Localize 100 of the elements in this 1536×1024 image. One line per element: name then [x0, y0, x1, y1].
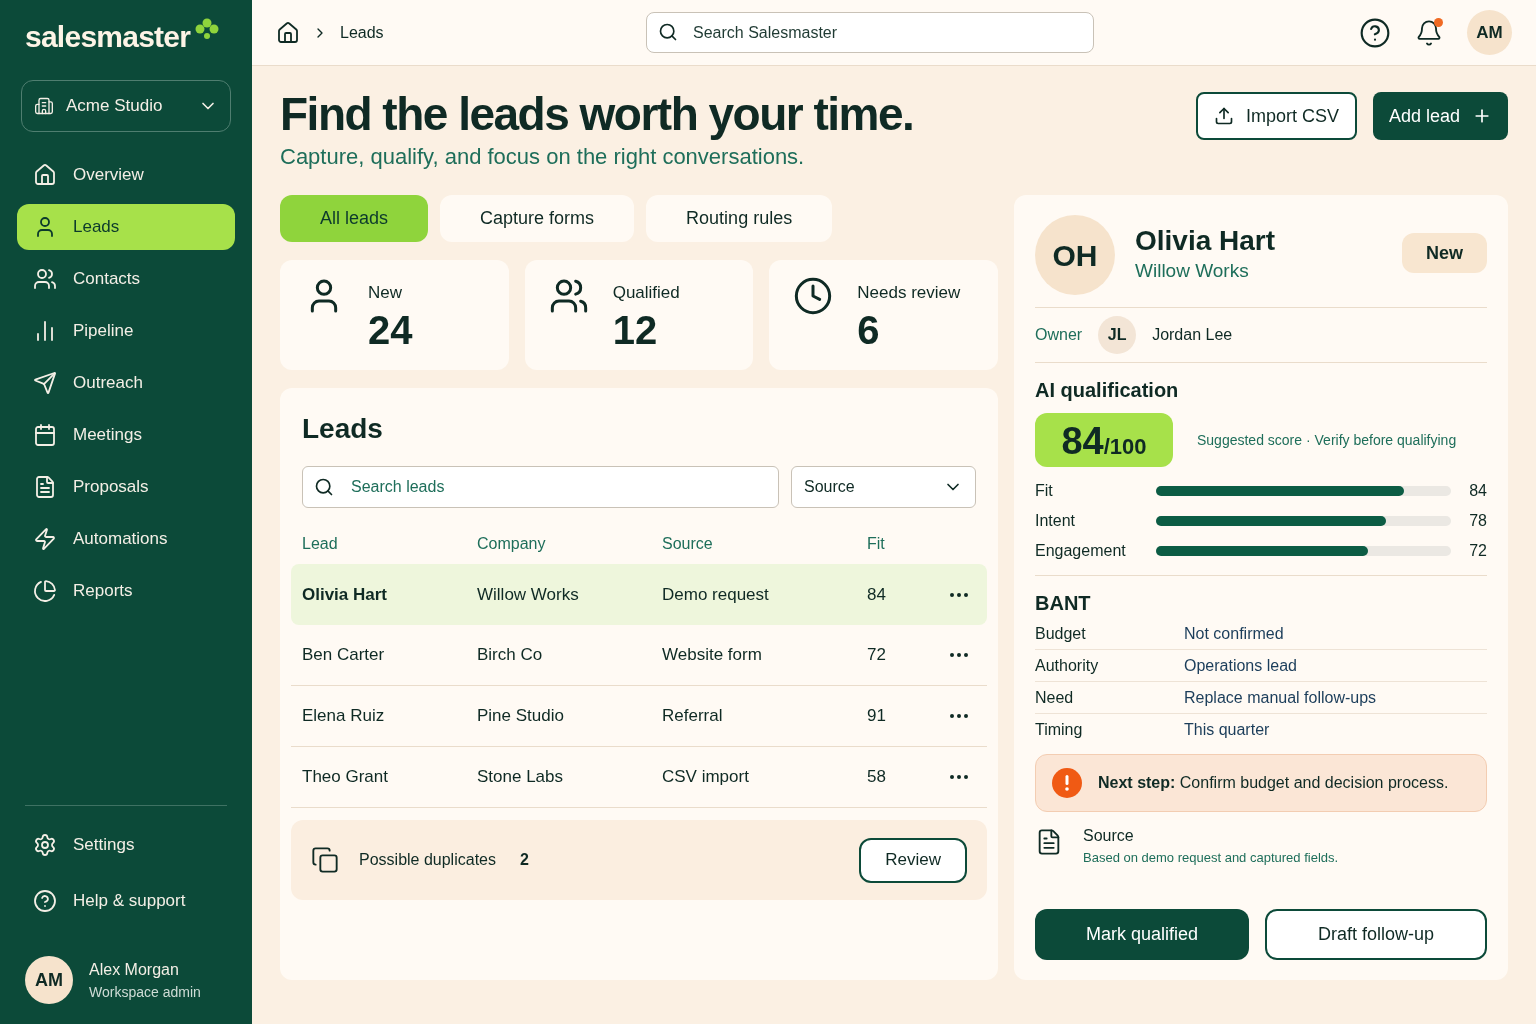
table-cell-text: Referral — [662, 705, 724, 728]
column-header[interactable]: Fit — [867, 532, 947, 556]
nav-item[interactable]: Help & support — [17, 878, 235, 924]
search-field[interactable]: Search Salesmaster — [646, 12, 1094, 53]
source-title: Source — [1083, 826, 1135, 846]
stat-value: 12 — [612, 306, 659, 354]
metric-label: Engagement — [1035, 541, 1127, 561]
alert-icon — [1052, 768, 1082, 798]
duplicates-count: 2 — [519, 850, 529, 870]
table-cell-text: Pine Studio — [477, 705, 565, 728]
search-icon — [314, 477, 334, 497]
search-field[interactable]: Search leads — [302, 466, 779, 508]
tab[interactable]: All leads — [280, 195, 429, 242]
table-cell-text: 84 — [867, 583, 887, 606]
bant-label: Authority — [1035, 655, 1100, 676]
paper-plane-icon — [33, 371, 57, 395]
user-name: Alex Morgan — [89, 959, 180, 980]
pie-chart-icon — [33, 579, 57, 603]
metric-value: 84 — [1468, 481, 1487, 501]
lead-row[interactable]: Theo Grant Stone Labs CSV import 58 — [291, 747, 987, 808]
nav-item[interactable]: Overview — [17, 152, 235, 198]
bant-value: This quarter — [1184, 720, 1270, 740]
bant-value: Replace manual follow-ups — [1184, 687, 1377, 708]
lead-row[interactable]: Olivia Hart Willow Works Demo request 84 — [291, 564, 987, 625]
settings-icon — [33, 833, 57, 857]
table-cell-text: Website form — [662, 644, 763, 667]
lead-name: Elena Ruiz — [302, 705, 386, 728]
metric-label: Fit — [1035, 481, 1054, 501]
mark-qualified-button[interactable]: Mark qualified — [1035, 909, 1249, 960]
column-header[interactable]: Company — [477, 532, 662, 556]
bant-value: Not confirmed — [1184, 623, 1284, 644]
document-icon — [33, 475, 57, 499]
copy-icon — [311, 846, 339, 874]
column-header[interactable]: Source — [662, 532, 867, 556]
nav-item[interactable]: Reports — [17, 568, 235, 614]
calendar-icon — [33, 423, 57, 447]
source-text: Based on demo request and captured fields. — [1083, 849, 1339, 867]
lead-avatar: OH — [1035, 215, 1115, 295]
bant-label: Budget — [1035, 623, 1087, 644]
section-title: BANT — [1035, 591, 1092, 616]
stat-label: New — [368, 282, 403, 304]
page-title: Find the leads worth your time. — [280, 88, 915, 140]
stat-label: Qualified — [612, 282, 680, 304]
lead-name: Olivia Hart — [302, 583, 389, 606]
table-cell-text: Stone Labs — [477, 766, 564, 789]
stat-value: 24 — [368, 306, 413, 354]
nav-item[interactable]: Automations — [17, 516, 235, 562]
table-cell-text: 91 — [867, 705, 887, 728]
table-cell-text: Willow Works — [477, 583, 580, 606]
nav-item[interactable]: Contacts — [17, 256, 235, 302]
metric-value: 72 — [1468, 541, 1487, 561]
metric-label: Intent — [1035, 511, 1077, 531]
house-icon — [33, 163, 57, 187]
brand-logo[interactable]: salesmaster — [25, 13, 191, 59]
people-icon — [33, 267, 57, 291]
upload-icon — [1213, 106, 1234, 126]
review-button[interactable]: Review — [859, 837, 967, 883]
import-button[interactable]: Import CSV — [1195, 92, 1357, 140]
nav-item[interactable]: Outreach — [17, 360, 235, 406]
next-step-text: Next step: Confirm budget and decision process. — [1098, 773, 1449, 793]
building-icon — [34, 96, 54, 116]
user-avatar[interactable]: AM — [25, 956, 73, 1004]
breadcrumb-link[interactable]: Leads — [340, 20, 384, 45]
add-lead-button[interactable]: Add lead — [1372, 92, 1508, 140]
clock-icon — [793, 276, 834, 316]
nav-item[interactable]: Settings — [17, 822, 235, 868]
nav-item[interactable]: Meetings — [17, 412, 235, 458]
status-badge: New — [1402, 233, 1487, 273]
workspace-switcher[interactable]: Acme Studio — [21, 80, 231, 132]
score-badge: 84/100 — [1035, 413, 1173, 467]
notification-icon[interactable] — [1415, 18, 1443, 47]
owner-name: Jordan Lee — [1152, 325, 1233, 345]
user-avatar[interactable]: AM — [1467, 10, 1512, 55]
bant-value: Operations lead — [1184, 655, 1297, 676]
table-cell-text: Demo request — [662, 583, 770, 606]
metric-value: 78 — [1468, 511, 1487, 531]
tab[interactable]: Capture forms — [440, 195, 635, 242]
lead-company: Willow Works — [1135, 258, 1250, 283]
page-subtitle: Capture, qualify, and focus on the right conversations. — [280, 143, 806, 171]
lightning-icon — [33, 527, 57, 551]
table-cell-text: CSV import — [662, 766, 750, 789]
lead-name: Ben Carter — [302, 644, 386, 667]
table-cell-text: Birch Co — [477, 644, 544, 667]
help-icon[interactable] — [1359, 16, 1391, 49]
owner-avatar: JL — [1098, 316, 1137, 354]
stat-label: Needs review — [857, 282, 961, 304]
house-icon[interactable] — [276, 20, 300, 45]
nav-item[interactable]: Pipeline — [17, 308, 235, 354]
draft-follow-up-button[interactable]: Draft follow-up — [1265, 909, 1487, 960]
column-header[interactable]: Lead — [302, 532, 477, 556]
owner-label: Owner — [1035, 325, 1083, 345]
lead-row[interactable]: Elena Ruiz Pine Studio Referral 91 — [291, 686, 987, 747]
nav-item[interactable]: Leads — [17, 204, 235, 250]
table-cell-text: 58 — [867, 766, 887, 789]
bant-label: Timing — [1035, 720, 1084, 740]
source-dropdown[interactable]: Source — [791, 466, 976, 508]
lead-row[interactable]: Ben Carter Birch Co Website form 72 — [291, 625, 987, 686]
tab[interactable]: Routing rules — [646, 195, 833, 242]
search-icon — [658, 22, 678, 42]
nav-item[interactable]: Proposals — [17, 464, 235, 510]
